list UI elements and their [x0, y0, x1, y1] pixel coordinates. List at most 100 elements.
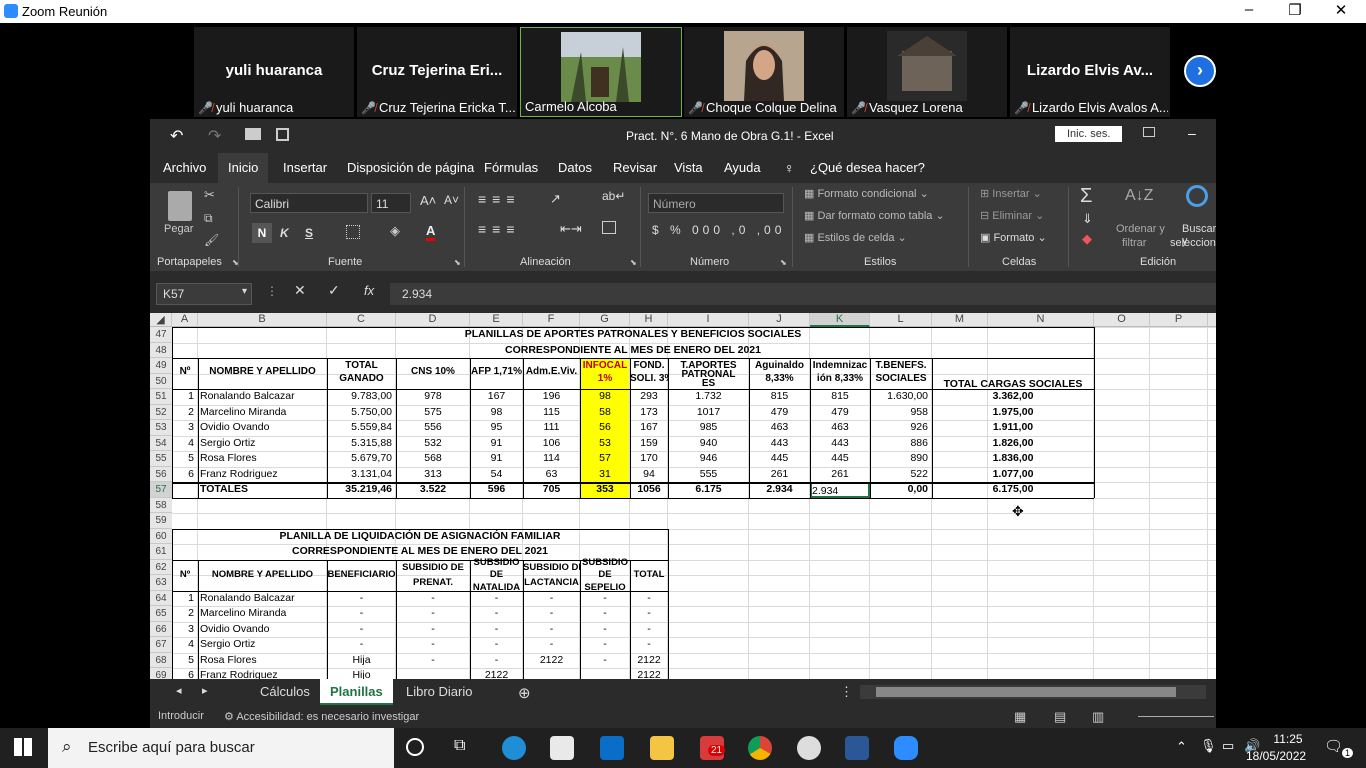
mail-icon[interactable]: [600, 736, 624, 760]
orientation-icon[interactable]: ↗: [550, 191, 561, 207]
undo-icon[interactable]: ↶: [170, 126, 183, 146]
page-layout-icon[interactable]: ▤: [1054, 709, 1066, 725]
minimize-icon[interactable]: –: [1188, 125, 1196, 141]
next-sheet-icon[interactable]: ▸: [202, 684, 208, 697]
minimize-button[interactable]: –: [1226, 1, 1272, 18]
underline-button[interactable]: S: [305, 226, 313, 240]
name-box[interactable]: K57 ▾: [156, 283, 252, 305]
page-break-icon[interactable]: ▥: [1092, 709, 1104, 725]
redo-icon[interactable]: ↷: [208, 126, 221, 146]
sheet-tab-planillas[interactable]: Planillas: [320, 679, 393, 705]
active-cell-k57[interactable]: 2.934: [810, 482, 870, 498]
merge-center-icon[interactable]: [602, 221, 616, 234]
edge-icon[interactable]: [502, 736, 526, 760]
cut-icon[interactable]: ✂: [204, 187, 215, 203]
zoom-app-icon[interactable]: [894, 736, 918, 760]
tab-archivo[interactable]: Archivo: [163, 160, 206, 175]
format-painter-icon[interactable]: 🖌: [204, 233, 219, 247]
filter-label[interactable]: filtrar: [1122, 237, 1146, 249]
ribbon-display-icon[interactable]: [1143, 127, 1155, 137]
task-view-icon[interactable]: ⧉: [454, 737, 465, 755]
zoom-slider[interactable]: [1138, 716, 1214, 717]
open-folder-icon[interactable]: [245, 128, 261, 140]
insert-cells-button[interactable]: ⊞ Insertar ⌄: [980, 187, 1042, 200]
format-as-table-button[interactable]: ▦ Dar formato como tabla ⌄: [804, 209, 945, 222]
tab-insertar[interactable]: Insertar: [283, 160, 327, 175]
delete-cells-button[interactable]: ⊟ Eliminar ⌄: [980, 209, 1044, 222]
cell-styles-button[interactable]: ▦ Estilos de celda ⌄: [804, 231, 907, 244]
cortana-icon[interactable]: [406, 738, 424, 756]
maximize-button[interactable]: ❐: [1272, 1, 1318, 19]
chevron-up-icon[interactable]: ⌃: [1176, 739, 1187, 755]
battery-icon[interactable]: ▭: [1222, 738, 1234, 754]
font-name-select[interactable]: Calibri: [250, 193, 368, 213]
tell-me-search[interactable]: ¿Qué desea hacer?: [810, 160, 925, 175]
store-icon[interactable]: [550, 736, 574, 760]
close-button[interactable]: ✕: [1318, 1, 1364, 19]
borders-icon[interactable]: [346, 225, 360, 239]
find-icon[interactable]: [1186, 185, 1208, 207]
align-top-icons[interactable]: ≡≡≡: [478, 191, 521, 207]
dialog-launcher-icon[interactable]: ⬊: [780, 258, 787, 267]
select-label[interactable]: seleccionar: [1170, 237, 1216, 249]
autosum-icon[interactable]: Σ: [1080, 185, 1092, 208]
participant-tile[interactable]: yuli huaranca 🎤̸ yuli huaranca: [194, 27, 354, 117]
save-icon[interactable]: [276, 128, 289, 141]
currency-percent-icons[interactable]: $ % 000 ,0 ,00: [652, 223, 785, 237]
paste-label[interactable]: Pegar: [164, 223, 193, 235]
italic-button[interactable]: K: [280, 226, 289, 240]
chrome-icon[interactable]: [748, 736, 772, 760]
bold-button[interactable]: N: [252, 223, 272, 243]
participant-tile[interactable]: Lizardo Elvis Av... 🎤̸ Lizardo Elvis Aval…: [1010, 27, 1170, 117]
windows-start-icon[interactable]: [14, 738, 32, 756]
notifications-icon[interactable]: 🗨: [1324, 737, 1343, 755]
indent-icons[interactable]: ⇤⇥: [560, 221, 582, 237]
word-icon[interactable]: [845, 736, 869, 760]
number-format-select[interactable]: Número: [648, 193, 784, 213]
font-size-select[interactable]: 11: [371, 193, 411, 213]
participant-tile[interactable]: 🎤̸ Choque Colque Delina: [684, 27, 844, 117]
worksheet-grid[interactable]: ABCDEFGHIJKLMNOPQ◢4748495051525354555657…: [150, 313, 1216, 679]
paste-icon[interactable]: [168, 191, 192, 221]
formula-input[interactable]: 2.934: [390, 283, 1216, 305]
sort-label[interactable]: Ordenar y: [1116, 223, 1165, 235]
clock-date[interactable]: 18/05/2022: [1246, 749, 1306, 763]
sign-in-button[interactable]: Inic. ses.: [1055, 126, 1123, 142]
fill-color-icon[interactable]: ◈: [390, 223, 400, 239]
font-color-icon[interactable]: A: [426, 223, 436, 241]
tab-ayuda[interactable]: Ayuda: [724, 160, 761, 175]
cancel-icon[interactable]: ✕: [294, 282, 306, 299]
normal-view-icon[interactable]: ▦: [1014, 709, 1026, 725]
clock-app-icon[interactable]: [797, 736, 821, 760]
wrap-text-icon[interactable]: ab↵: [602, 189, 625, 203]
microphone-icon[interactable]: 🎙: [1200, 738, 1217, 754]
horizontal-scrollbar[interactable]: [860, 685, 1206, 699]
add-sheet-icon[interactable]: ⊕: [518, 684, 531, 702]
sheet-tab-libro-diario[interactable]: Libro Diario: [406, 684, 472, 699]
tab-vista[interactable]: Vista: [674, 160, 703, 175]
insert-function-icon[interactable]: fx: [364, 283, 374, 298]
tab-inicio[interactable]: Inicio: [218, 153, 269, 183]
clear-icon[interactable]: ◆: [1082, 231, 1092, 247]
enter-icon[interactable]: ✓: [328, 282, 340, 299]
align-left-icons[interactable]: ≡≡≡: [478, 221, 521, 237]
tab-disposicion[interactable]: Disposición de página: [347, 160, 474, 175]
participant-tile[interactable]: 🎤̸ Vasquez Lorena: [847, 27, 1007, 117]
fill-icon[interactable]: ⇓: [1082, 211, 1093, 227]
sheet-tab-calculos[interactable]: Cálculos: [260, 684, 310, 699]
file-explorer-icon[interactable]: [650, 736, 674, 760]
tab-datos[interactable]: Datos: [558, 160, 592, 175]
dialog-launcher-icon[interactable]: ⬊: [454, 258, 461, 267]
participant-tile-active[interactable]: Carmelo Alcoba: [520, 27, 682, 117]
clock-time[interactable]: 11:25: [1262, 732, 1314, 746]
format-cells-button[interactable]: ▣ Formato ⌄: [980, 231, 1047, 244]
increase-font-icon[interactable]: A˄: [420, 193, 436, 208]
prev-sheet-icon[interactable]: ◂: [176, 684, 182, 697]
accessibility-status[interactable]: ⚙ Accesibilidad: es necesario investigar: [224, 710, 419, 723]
taskbar-search[interactable]: ⌕ Escribe aquí para buscar: [48, 728, 394, 768]
conditional-format-button[interactable]: ▦ Formato condicional ⌄: [804, 187, 929, 200]
copy-icon[interactable]: ⧉: [204, 211, 213, 226]
dialog-launcher-icon[interactable]: ⬊: [630, 258, 637, 267]
decrease-font-icon[interactable]: A˅: [444, 193, 459, 207]
sort-filter-icon[interactable]: A↓Z: [1125, 187, 1153, 205]
